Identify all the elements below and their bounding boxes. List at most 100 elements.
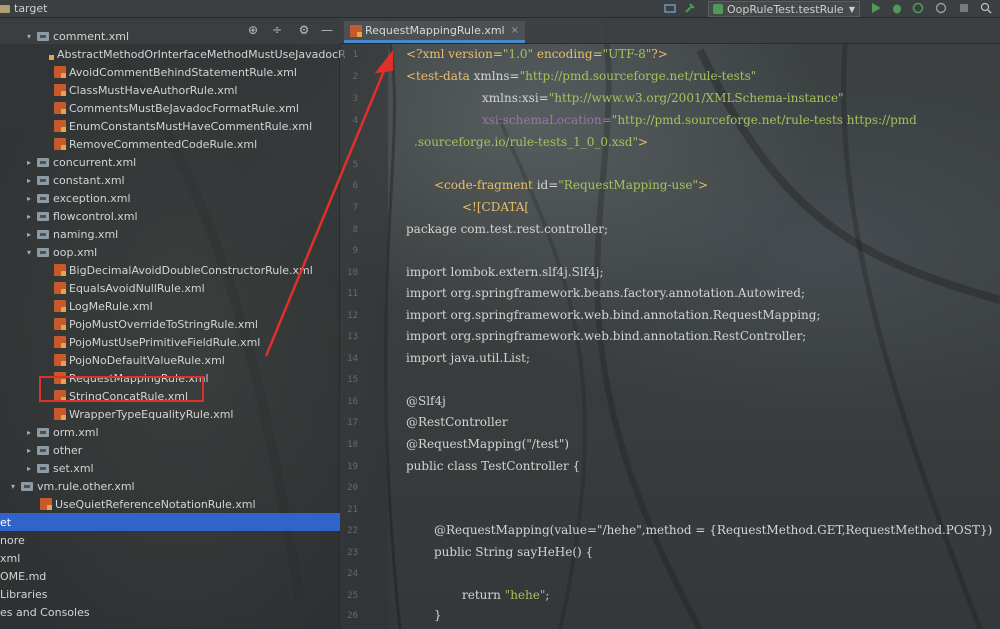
tree-item-label: EnumConstantsMustHaveCommentRule.xml — [69, 119, 313, 133]
code-line-2[interactable]: <test-data xmlns="http://pmd.sourceforge… — [406, 69, 756, 83]
code-line-3[interactable]: xmlns:xsi="http://www.w3.org/2001/XMLSch… — [482, 91, 844, 105]
tree-file-item[interactable]: EqualsAvoidNullRule.xml — [0, 279, 340, 297]
tree-folder-item[interactable]: ▾ comment.xml — [0, 27, 340, 45]
code-line-19[interactable]: public class TestController { — [406, 459, 580, 473]
collapse-arrow-icon[interactable]: ▸ — [24, 194, 34, 203]
code-line-10[interactable]: import lombok.extern.slf4j.Slf4j; — [406, 265, 604, 279]
close-icon[interactable]: × — [511, 25, 519, 36]
coverage-icon[interactable] — [912, 2, 924, 14]
code-line-17[interactable]: @RestController — [406, 415, 508, 429]
hammer-icon[interactable] — [684, 2, 696, 14]
tree-file-item[interactable]: ClassMustHaveAuthorRule.xml — [0, 81, 340, 99]
code-line-26[interactable]: } — [434, 608, 442, 622]
token: "http://pmd.sourceforge.net/rule-tests" — [519, 69, 757, 83]
search-everywhere-icon[interactable] — [980, 2, 992, 14]
tree-item-label: flowcontrol.xml — [53, 209, 138, 223]
tree-folder-item[interactable]: ▸ other — [0, 441, 340, 459]
tree-item-label: PojoMustUsePrimitiveFieldRule.xml — [69, 335, 261, 349]
run-icon[interactable] — [870, 2, 882, 14]
expand-arrow-icon[interactable]: ▾ — [24, 32, 34, 41]
tree-file-item[interactable]: AvoidCommentBehindStatementRule.xml — [0, 63, 340, 81]
stop-icon[interactable] — [958, 2, 970, 14]
code-line-13[interactable]: import org.springframework.web.bind.anno… — [406, 329, 806, 343]
collapse-arrow-icon[interactable]: ▸ — [24, 446, 34, 455]
code-line-1[interactable]: <?xml version="1.0" encoding="UTF-8"?> — [406, 47, 668, 61]
tree-file-item[interactable]: LogMeRule.xml — [0, 297, 340, 315]
code-line-22[interactable]: @RequestMapping(value="/hehe",method = {… — [434, 523, 992, 537]
xml-file-icon — [40, 498, 52, 510]
build-icon[interactable] — [664, 2, 676, 14]
tree-file-item[interactable]: RemoveCommentedCodeRule.xml — [0, 135, 340, 153]
code-line-8[interactable]: package com.test.rest.controller; — [406, 222, 608, 236]
tree-file-item[interactable]: PojoNoDefaultValueRule.xml — [0, 351, 340, 369]
tree-folder-item[interactable]: ▸ naming.xml — [0, 225, 340, 243]
code-line-25[interactable]: return "hehe"; — [462, 588, 549, 602]
code-line-6[interactable]: <code-fragment id="RequestMapping-use"> — [434, 178, 708, 192]
tree-file-item[interactable]: EnumConstantsMustHaveCommentRule.xml — [0, 117, 340, 135]
token: "http://pmd.sourceforge.net/rule-tests h… — [611, 113, 917, 127]
code-line-4[interactable]: xsi:schemaLocation="http://pmd.sourcefor… — [482, 113, 917, 127]
tree-file-item[interactable]: BigDecimalAvoidDoubleConstructorRule.xml — [0, 261, 340, 279]
code-line-12[interactable]: import org.springframework.web.bind.anno… — [406, 308, 821, 322]
tree-file-item[interactable]: es and Consoles — [0, 603, 340, 621]
tree-item-label: Libraries — [0, 587, 48, 601]
tree-file-item[interactable]: Libraries — [0, 585, 340, 603]
tree-folder-item[interactable]: ▸ exception.xml — [0, 189, 340, 207]
tree-item-label: PojoNoDefaultValueRule.xml — [69, 353, 225, 367]
collapse-arrow-icon[interactable]: ▸ — [24, 176, 34, 185]
token: xmlns= — [473, 69, 520, 83]
line-number: 12 — [347, 311, 358, 321]
line-number: 16 — [347, 397, 358, 407]
profile-icon[interactable] — [935, 2, 947, 14]
run-configuration-select[interactable]: OopRuleTest.testRule ▼ — [708, 1, 860, 17]
tree-folder-item[interactable]: ▸ concurrent.xml — [0, 153, 340, 171]
expand-arrow-icon[interactable]: ▾ — [8, 482, 18, 491]
token: <?xml version= — [406, 47, 503, 61]
debug-icon[interactable] — [891, 2, 903, 14]
collapse-arrow-icon[interactable]: ▸ — [24, 464, 34, 473]
code-line-4-wrap[interactable]: .sourceforge.io/rule-tests_1_0_0.xsd"> — [414, 135, 648, 149]
tree-file-item[interactable]: PojoMustOverrideToStringRule.xml — [0, 315, 340, 333]
collapse-arrow-icon[interactable]: ▸ — [24, 428, 34, 437]
tree-item-label: BigDecimalAvoidDoubleConstructorRule.xml — [69, 263, 313, 277]
tree-file-item[interactable]: PojoMustUsePrimitiveFieldRule.xml — [0, 333, 340, 351]
tree-file-item[interactable]: AbstractMethodOrInterfaceMethodMustUseJa… — [0, 45, 346, 63]
tree-folder-item[interactable]: ▸ constant.xml — [0, 171, 340, 189]
line-number: 10 — [347, 268, 358, 278]
tree-file-item[interactable]: et — [0, 513, 340, 531]
code-line-11[interactable]: import org.springframework.beans.factory… — [406, 286, 805, 300]
folder-icon — [37, 157, 49, 167]
line-number: 21 — [347, 505, 358, 515]
xml-file-icon — [54, 264, 66, 276]
code-line-18[interactable]: @RequestMapping("/test") — [406, 437, 569, 451]
line-number: 3 — [352, 94, 358, 104]
tree-file-item[interactable]: WrapperTypeEqualityRule.xml — [0, 405, 340, 423]
collapse-arrow-icon[interactable]: ▸ — [24, 230, 34, 239]
tree-folder-item[interactable]: ▸ set.xml — [0, 459, 340, 477]
line-number: 22 — [347, 526, 358, 536]
tree-item-label: naming.xml — [53, 227, 119, 241]
tree-folder-item[interactable]: ▾ vm.rule.other.xml — [0, 477, 340, 495]
tab-request-mapping-rule[interactable]: RequestMappingRule.xml × — [344, 21, 526, 43]
tree-folder-item[interactable]: ▾ oop.xml — [0, 243, 340, 261]
tree-folder-item[interactable]: ▸ orm.xml — [0, 423, 340, 441]
project-name[interactable]: target — [14, 2, 47, 15]
tree-file-item[interactable]: CommentsMustBeJavadocFormatRule.xml — [0, 99, 340, 117]
code-line-14[interactable]: import java.util.List; — [406, 351, 530, 365]
tree-file-item[interactable]: nore — [0, 531, 340, 549]
collapse-arrow-icon[interactable]: ▸ — [24, 158, 34, 167]
collapse-arrow-icon[interactable]: ▸ — [24, 212, 34, 221]
expand-arrow-icon[interactable]: ▾ — [24, 248, 34, 257]
code-line-16[interactable]: @Slf4j — [406, 394, 446, 408]
tree-file-item[interactable]: xml — [0, 549, 340, 567]
tree-folder-item[interactable]: ▸ flowcontrol.xml — [0, 207, 340, 225]
xml-file-icon — [54, 408, 66, 420]
folder-icon — [37, 445, 49, 455]
tree-file-item[interactable]: UseQuietReferenceNotationRule.xml — [0, 495, 340, 513]
code-line-7[interactable]: <![CDATA[ — [462, 200, 529, 214]
token: "hehe" — [504, 588, 546, 602]
title-bar: target OopRuleTest.testRule ▼ — [0, 0, 1000, 18]
code-line-23[interactable]: public String sayHeHe() { — [434, 545, 593, 559]
token: xmlns:xsi= — [482, 91, 549, 105]
tree-file-item[interactable]: OME.md — [0, 567, 340, 585]
